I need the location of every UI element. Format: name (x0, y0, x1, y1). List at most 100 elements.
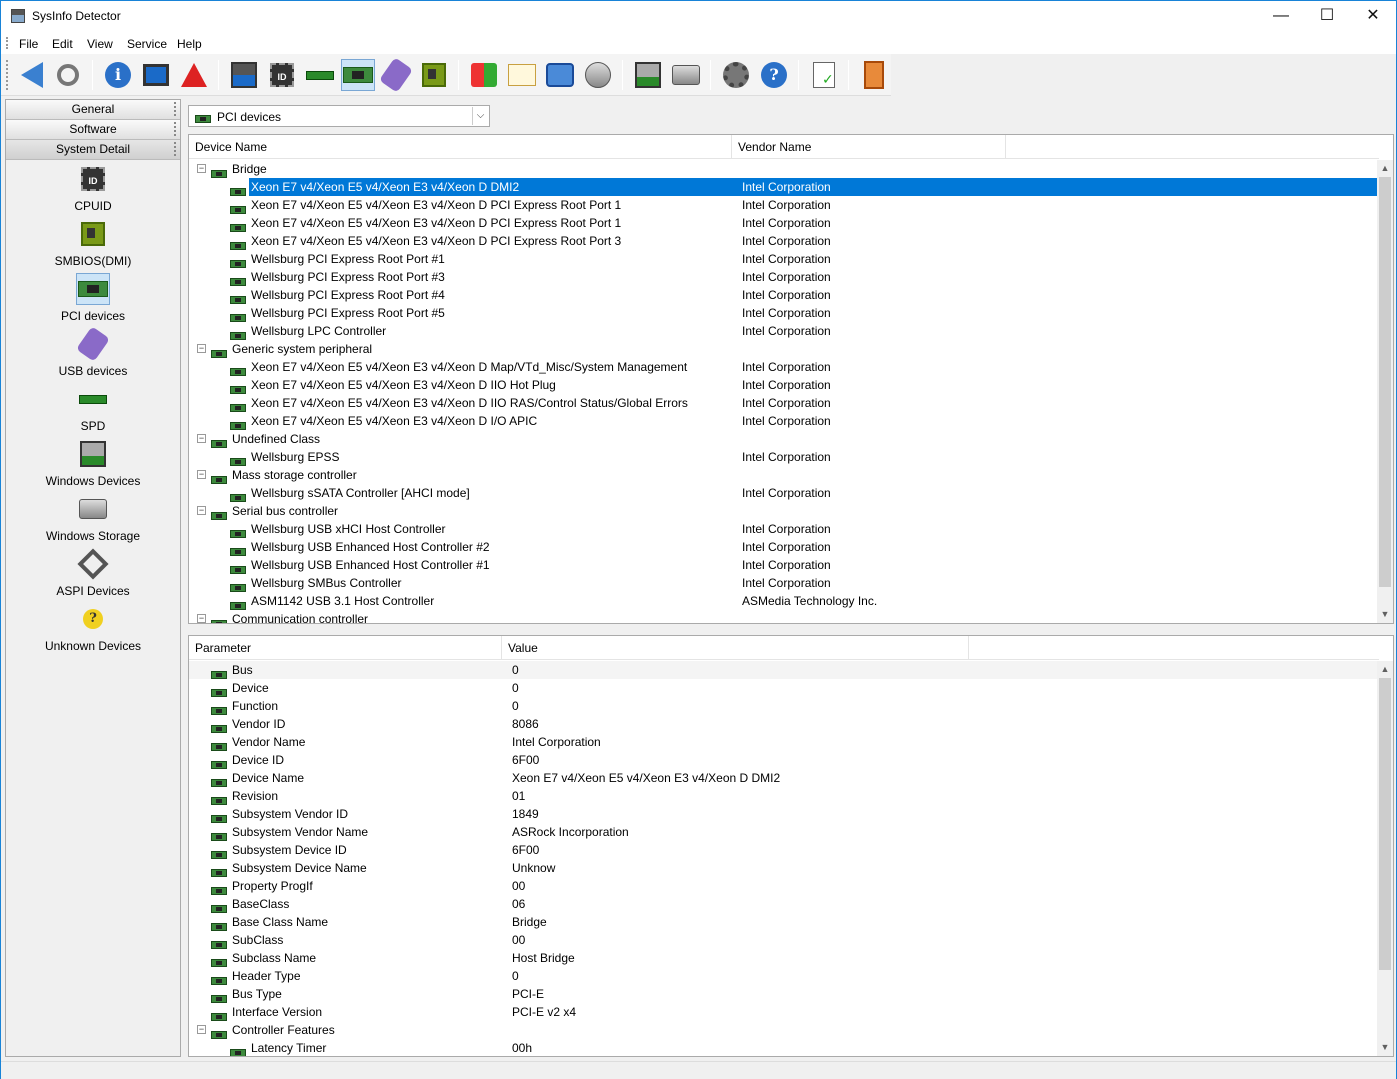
detail-row[interactable]: Device Name Xeon E7 v4/Xeon E5 v4/Xeon E3… (189, 769, 1377, 787)
detail-row[interactable]: Vendor Name Intel Corporation (189, 733, 1377, 751)
sidebar-tab-software[interactable]: Software (6, 120, 180, 140)
memory-button[interactable] (303, 59, 337, 91)
device-row[interactable]: Wellsburg LPC Controller Intel Corporatio… (189, 322, 1377, 340)
pci-devices-button[interactable] (341, 59, 375, 91)
scroll-up-icon[interactable]: ▲ (1377, 160, 1393, 177)
device-row[interactable]: Wellsburg USB xHCI Host Controller Intel … (189, 520, 1377, 538)
detail-row[interactable]: BaseClass 06 (189, 895, 1377, 913)
detail-row[interactable]: SubClass 00 (189, 931, 1377, 949)
column-header-vendor-name[interactable]: Vendor Name (732, 135, 1006, 159)
device-row[interactable]: Wellsburg PCI Express Root Port #3 Intel … (189, 268, 1377, 286)
scroll-thumb[interactable] (1379, 177, 1391, 587)
sidebar-tab-system-detail[interactable]: System Detail (6, 140, 180, 160)
maximize-button[interactable]: ☐ (1304, 1, 1350, 31)
column-header-parameter[interactable]: Parameter (189, 636, 502, 660)
device-row[interactable]: Xeon E7 v4/Xeon E5 v4/Xeon E3 v4/Xeon D … (189, 412, 1377, 430)
device-row[interactable]: Xeon E7 v4/Xeon E5 v4/Xeon E3 v4/Xeon D … (189, 214, 1377, 232)
device-group-row[interactable]: − Bridge (189, 160, 1377, 178)
sidebar-item-smbios[interactable]: SMBIOS(DMI) (6, 215, 180, 270)
detail-row[interactable]: Subsystem Vendor Name ASRock Incorporatio… (189, 823, 1377, 841)
usb-button[interactable] (378, 57, 414, 93)
column-header-value[interactable]: Value (502, 636, 969, 660)
device-group-row[interactable]: − Mass storage controller (189, 466, 1377, 484)
collapse-icon[interactable]: − (197, 344, 206, 353)
device-category-select[interactable]: PCI devices ⌵ (188, 105, 490, 127)
motherboard-button[interactable] (417, 59, 451, 91)
column-header-device-name[interactable]: Device Name (189, 135, 732, 159)
scroll-down-icon[interactable]: ▼ (1377, 1039, 1393, 1056)
collapse-icon[interactable]: − (197, 614, 206, 623)
device-group-row[interactable]: − Undefined Class (189, 430, 1377, 448)
sidebar-item-usb-devices[interactable]: USB devices (6, 325, 180, 380)
detail-row[interactable]: Subsystem Vendor ID 1849 (189, 805, 1377, 823)
detail-list-scrollbar[interactable]: ▲ ▼ (1377, 661, 1393, 1056)
detail-row[interactable]: Subclass Name Host Bridge (189, 949, 1377, 967)
detail-row[interactable]: Interface Version PCI-E v2 x4 (189, 1003, 1377, 1021)
collapse-icon[interactable]: − (197, 1025, 206, 1034)
device-row[interactable]: Wellsburg PCI Express Root Port #1 Intel … (189, 250, 1377, 268)
scroll-thumb[interactable] (1379, 678, 1391, 970)
minimize-button[interactable]: — (1258, 1, 1304, 31)
computer-button[interactable] (227, 59, 261, 91)
sidebar-item-cpuid[interactable]: ID CPUID (6, 160, 180, 215)
device-group-row[interactable]: − Serial bus controller (189, 502, 1377, 520)
report-button[interactable] (807, 59, 841, 91)
device-list-scrollbar[interactable]: ▲ ▼ (1377, 160, 1393, 623)
device-row[interactable]: ASM1142 USB 3.1 Host Controller ASMedia T… (189, 592, 1377, 610)
detail-row[interactable]: Bus 0 (189, 661, 1377, 679)
close-button[interactable]: ✕ (1350, 1, 1396, 31)
collapse-icon[interactable]: − (197, 164, 206, 173)
sidebar-item-pci-devices[interactable]: PCI devices (6, 270, 180, 325)
device-row[interactable]: Wellsburg EPSS Intel Corporation (189, 448, 1377, 466)
network-button[interactable] (543, 59, 577, 91)
sidebar-item-windows-devices[interactable]: Windows Devices (6, 435, 180, 490)
back-button[interactable] (15, 59, 49, 91)
device-row[interactable]: Wellsburg PCI Express Root Port #5 Intel … (189, 304, 1377, 322)
storage-button[interactable] (669, 59, 703, 91)
device-row[interactable]: Wellsburg USB Enhanced Host Controller #… (189, 556, 1377, 574)
detail-row[interactable]: Subsystem Device Name Unknow (189, 859, 1377, 877)
detail-row[interactable]: Bus Type PCI-E (189, 985, 1377, 1003)
detail-row[interactable]: Base Class Name Bridge (189, 913, 1377, 931)
device-row[interactable]: Xeon E7 v4/Xeon E5 v4/Xeon E3 v4/Xeon D … (189, 232, 1377, 250)
device-group-row[interactable]: − Communication controller (189, 610, 1377, 623)
warning-button[interactable] (177, 59, 211, 91)
menu-service[interactable]: Service (127, 37, 167, 51)
exit-button[interactable] (857, 59, 891, 91)
detail-row[interactable]: Device ID 6F00 (189, 751, 1377, 769)
device-row[interactable]: Wellsburg SMBus Controller Intel Corporat… (189, 574, 1377, 592)
chevron-down-icon[interactable]: ⌵ (472, 107, 488, 125)
device-row[interactable]: Wellsburg sSATA Controller [AHCI mode] In… (189, 484, 1377, 502)
certificate-button[interactable] (505, 59, 539, 91)
windows-button[interactable] (467, 59, 501, 91)
collapse-icon[interactable]: − (197, 470, 206, 479)
collapse-icon[interactable]: − (197, 434, 206, 443)
device-row[interactable]: Xeon E7 v4/Xeon E5 v4/Xeon E3 v4/Xeon D … (189, 394, 1377, 412)
cpuid-button[interactable]: ID (265, 59, 299, 91)
scroll-up-icon[interactable]: ▲ (1377, 661, 1393, 678)
detail-row[interactable]: Latency Timer 00h (189, 1039, 1377, 1056)
device-row[interactable]: Wellsburg PCI Express Root Port #4 Intel … (189, 286, 1377, 304)
detail-row[interactable]: Revision 01 (189, 787, 1377, 805)
detail-row[interactable]: Function 0 (189, 697, 1377, 715)
detail-row[interactable]: Property ProgIf 00 (189, 877, 1377, 895)
monitor-button[interactable] (139, 59, 173, 91)
info-button[interactable]: i (101, 59, 135, 91)
sidebar-tab-general[interactable]: General (6, 100, 180, 120)
detail-row[interactable]: Device 0 (189, 679, 1377, 697)
settings-button[interactable] (719, 59, 753, 91)
sidebar-item-windows-storage[interactable]: Windows Storage (6, 490, 180, 545)
detail-row[interactable]: Header Type 0 (189, 967, 1377, 985)
scroll-down-icon[interactable]: ▼ (1377, 606, 1393, 623)
device-group-row[interactable]: − Generic system peripheral (189, 340, 1377, 358)
device-row[interactable]: Xeon E7 v4/Xeon E5 v4/Xeon E3 v4/Xeon D … (189, 196, 1377, 214)
sidebar-item-aspi-devices[interactable]: ASPI Devices (6, 545, 180, 600)
disc-button[interactable] (581, 59, 615, 91)
sidebar-item-spd[interactable]: SPD (6, 380, 180, 435)
search-button[interactable] (51, 59, 85, 91)
device-row[interactable]: Wellsburg USB Enhanced Host Controller #… (189, 538, 1377, 556)
device-row[interactable]: Xeon E7 v4/Xeon E5 v4/Xeon E3 v4/Xeon D … (189, 376, 1377, 394)
menu-edit[interactable]: Edit (52, 37, 73, 51)
detail-row[interactable]: Vendor ID 8086 (189, 715, 1377, 733)
detail-row[interactable]: Subsystem Device ID 6F00 (189, 841, 1377, 859)
